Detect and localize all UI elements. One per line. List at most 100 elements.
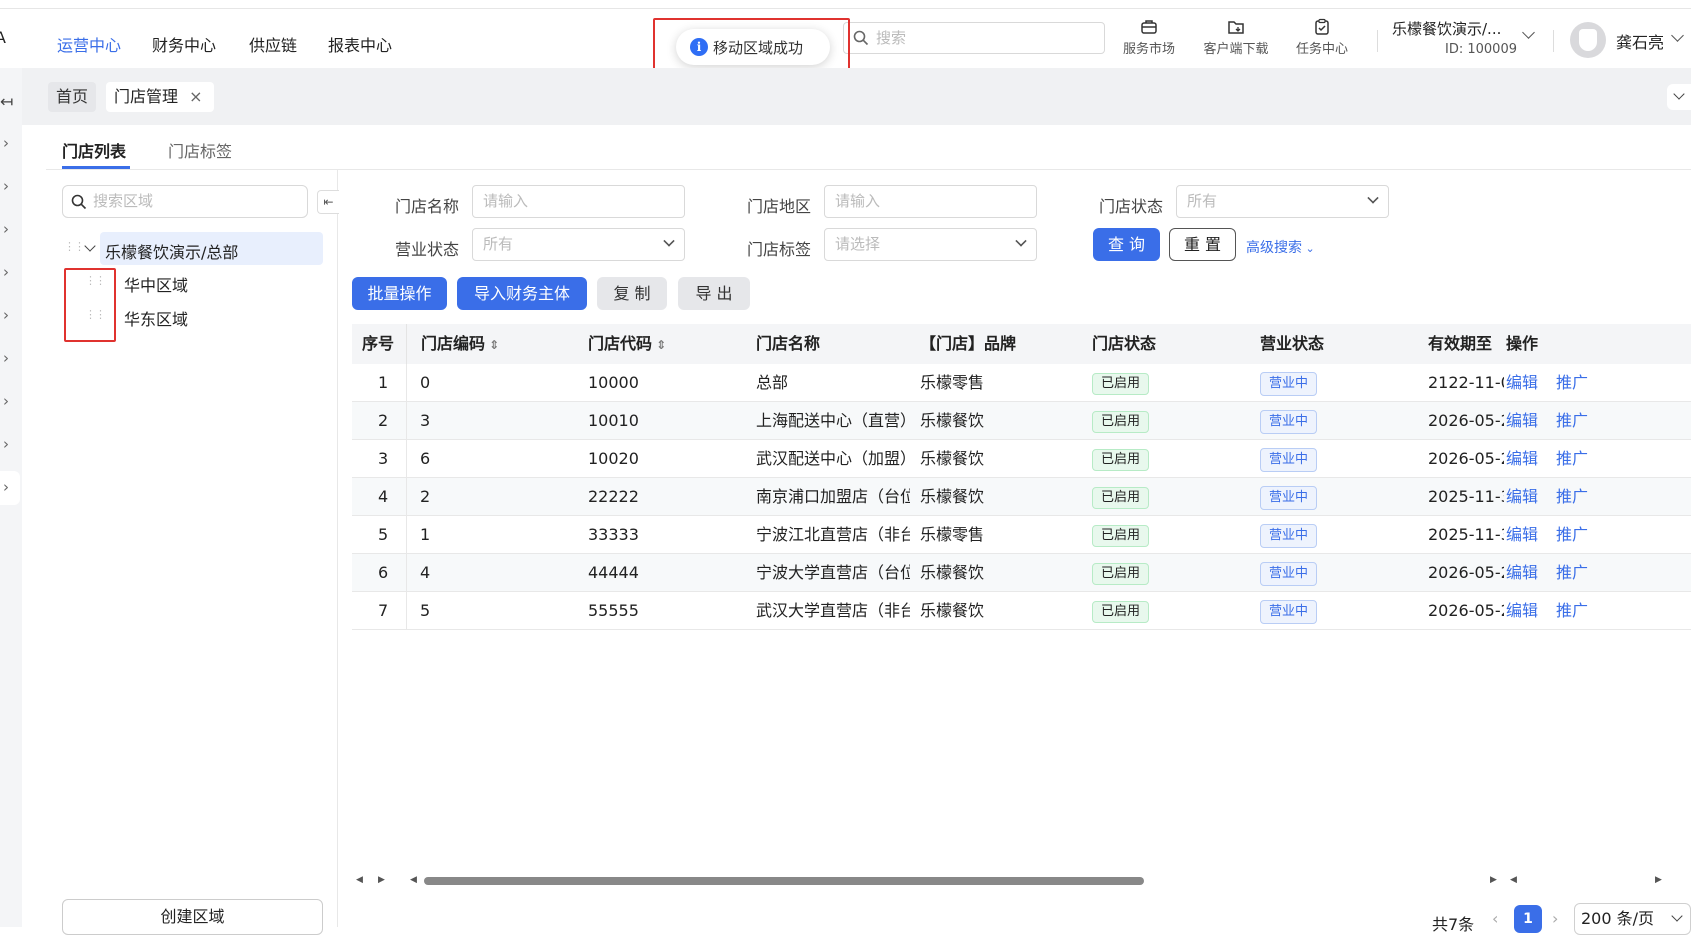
store-region-input[interactable]: 请输入 [824,185,1037,218]
cell-valid-until: 2025-11-30 [1428,487,1504,506]
cell-brand: 乐檬零售 [920,373,985,392]
scroll-right-icon[interactable]: ▶ [1655,875,1662,885]
sort-icon[interactable]: ⇕ [485,338,499,352]
promote-link[interactable]: 推广 [1556,563,1588,582]
store-status-value: 所有 [1187,192,1218,210]
page-tabs-bar [22,68,1691,125]
tab-home[interactable]: 首页 [48,82,97,112]
promote-link[interactable]: 推广 [1556,525,1588,544]
status-badge: 已启用 [1092,562,1150,585]
query-button[interactable]: 查 询 [1093,228,1160,261]
cell-index: 5 [378,525,389,544]
page-size-select[interactable]: 200 条/页 [1574,903,1691,935]
tab-store-tags[interactable]: 门店标签 [168,138,232,162]
export-button[interactable]: 导 出 [678,277,750,310]
tree-node-east-china[interactable]: 华东区域 [124,306,188,330]
chevron-right-icon[interactable]: › [3,306,9,324]
edit-link[interactable]: 编辑 [1506,487,1538,506]
store-status-select[interactable]: 所有 [1176,185,1389,218]
chevron-right-icon[interactable]: › [3,177,9,195]
cell-actions: 编辑 推广 [1504,554,1691,592]
store-name-input[interactable]: 请输入 [472,185,685,218]
edit-link[interactable]: 编辑 [1506,373,1538,392]
sort-icon[interactable]: ⇕ [652,338,666,352]
promote-link[interactable]: 推广 [1556,411,1588,430]
nav-report-center[interactable]: 报表中心 [328,32,392,56]
cell-store-code: 6 [420,449,431,468]
chevron-down-icon [1671,910,1683,922]
copy-button[interactable]: 复 制 [597,277,667,310]
reset-button[interactable]: 重 置 [1169,228,1236,261]
page-1-button[interactable]: 1 [1514,905,1542,933]
cell-valid-until: 2026-05-21 [1428,449,1504,468]
scroll-left-icon[interactable]: ◀ [1510,875,1517,885]
status-badge: 已启用 [1092,410,1150,433]
avatar[interactable] [1570,22,1606,58]
store-tag-select[interactable]: 请选择 [824,228,1037,261]
chevron-right-icon[interactable]: › [3,349,9,367]
promote-link[interactable]: 推广 [1556,601,1588,620]
col-header-brand: 【门店】品牌 [910,324,1078,364]
promote-link[interactable]: 推广 [1556,449,1588,468]
biz-status-value: 所有 [483,235,514,253]
user-name[interactable]: 龚石亮 [1616,29,1664,53]
chevron-right-icon[interactable]: › [3,263,9,281]
col-header-index: 序号 [352,324,406,364]
col-header-store-no[interactable]: 门店代码 ⇕ [574,324,742,364]
cell-biz-status: 营业中 [1246,364,1414,402]
cell-store-no: 33333 [588,525,639,544]
horizontal-scrollbar[interactable]: ◀ ▶ [410,875,1500,886]
tool-task-center-label: 任务中心 [1295,42,1348,57]
close-icon[interactable]: × [189,87,202,106]
region-search-placeholder: 搜索区域 [93,192,154,210]
nav-supply-chain[interactable]: 供应链 [249,32,297,56]
chevron-right-icon[interactable]: › [3,392,9,410]
scroll-left-icon[interactable]: ◀ [356,875,363,885]
chevron-right-icon[interactable]: › [3,435,9,453]
tenant-switcher[interactable]: 乐檬餐饮演示/... ID: 100009 [1392,16,1542,60]
tab-store-management[interactable]: 门店管理 × [106,82,214,112]
edit-link[interactable]: 编辑 [1506,601,1538,620]
chevron-right-icon[interactable]: › [3,478,9,496]
drag-handle-icon[interactable]: ⋮⋮ [64,240,85,253]
tabs-divider [46,169,1691,170]
edit-link[interactable]: 编辑 [1506,449,1538,468]
cell-index: 1 [378,373,389,392]
collapse-icon[interactable]: ↤ [0,92,13,111]
edit-link[interactable]: 编辑 [1506,411,1538,430]
global-search-input[interactable]: 搜索 [843,22,1105,54]
nav-ops-center[interactable]: 运营中心 [57,32,121,56]
cell-store-status: 已启用 [1078,478,1246,516]
collapse-tree-button[interactable]: ⇤ [317,190,339,214]
cell-store-name: 武汉配送中心（加盟） [756,449,910,468]
chevron-right-icon[interactable]: › [3,134,9,152]
batch-operation-button[interactable]: 批量操作 [352,277,447,310]
status-badge: 已启用 [1092,600,1150,623]
tool-client-download[interactable]: 客户端下载 [1196,18,1276,57]
tab-store-list[interactable]: 门店列表 [62,138,126,162]
promote-link[interactable]: 推广 [1556,373,1588,392]
region-search-input[interactable]: 搜索区域 [62,185,308,218]
import-finance-entity-button[interactable]: 导入财务主体 [457,277,587,310]
tool-task-center[interactable]: 任务中心 [1282,18,1362,57]
next-page-icon[interactable]: › [1552,909,1558,928]
chevron-right-icon[interactable]: › [3,220,9,238]
advanced-search-link[interactable]: 高级搜索 ⌄ [1246,237,1315,257]
edit-link[interactable]: 编辑 [1506,563,1538,582]
tabs-more-button[interactable] [1667,84,1691,110]
cell-actions: 编辑 推广 [1504,516,1691,554]
edit-link[interactable]: 编辑 [1506,525,1538,544]
tool-service-market[interactable]: 服务市场 [1109,18,1189,57]
tree-node-central-china[interactable]: 华中区域 [124,272,188,296]
tool-service-market-label: 服务市场 [1122,42,1175,57]
nav-finance-center[interactable]: 财务中心 [152,32,216,56]
scrollbar-thumb[interactable] [424,877,1144,885]
prev-page-icon[interactable]: ‹ [1492,909,1498,928]
create-region-button[interactable]: 创建区域 [62,899,323,935]
promote-link[interactable]: 推广 [1556,487,1588,506]
cell-brand: 乐檬餐饮 [920,601,985,620]
scroll-right-icon[interactable]: ▶ [378,875,385,885]
col-header-store-code[interactable]: 门店编码 ⇕ [406,324,574,364]
cell-index: 3 [378,449,389,468]
biz-status-select[interactable]: 所有 [472,228,685,261]
